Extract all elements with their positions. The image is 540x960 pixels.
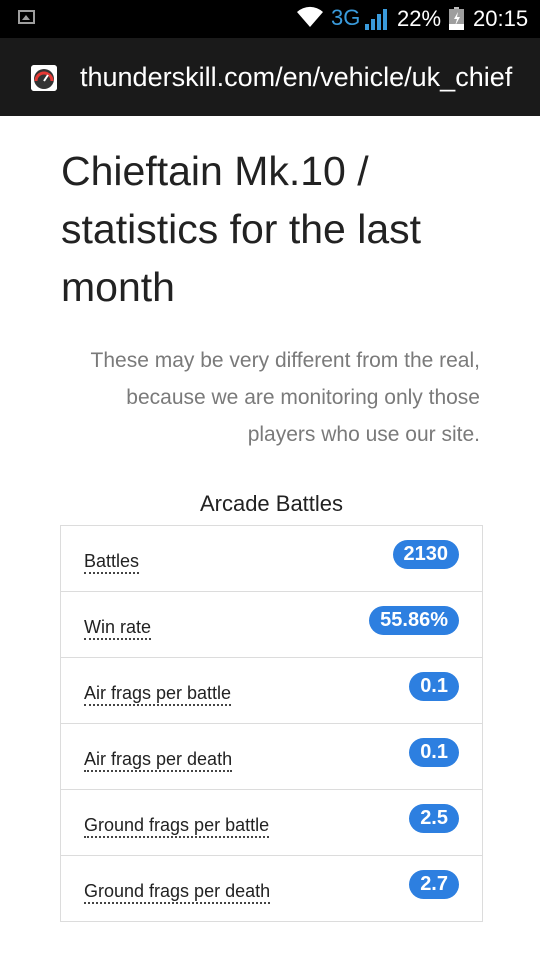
stat-value-badge: 0.1 [409,738,459,767]
stat-row-air-frags-per-death: Air frags per death 0.1 [60,723,483,790]
stats-list: Battles 2130 Win rate 55.86% Air frags p… [60,525,483,922]
thunderskill-favicon-icon [31,65,57,91]
browser-address-bar[interactable]: thunderskill.com/en/vehicle/uk_chief [0,38,540,116]
stat-row-battles: Battles 2130 [60,525,483,592]
stat-row-win-rate: Win rate 55.86% [60,591,483,658]
stat-value-badge: 0.1 [409,672,459,701]
stat-label[interactable]: Air frags per death [84,749,233,772]
stat-value-badge: 2.5 [409,804,459,833]
stat-value-badge: 2130 [392,540,459,569]
disclaimer-text: These may be very different from the rea… [90,349,480,446]
battery-icon [449,7,464,30]
section-heading-arcade: Arcade Battles [199,491,344,516]
stat-value-badge: 55.86% [369,606,459,635]
stat-label[interactable]: Ground frags per battle [84,815,270,838]
signal-icon [365,9,387,30]
battery-percentage: 22% [397,6,442,31]
stat-value-badge: 2.7 [409,870,459,899]
stat-row-ground-frags-per-death: Ground frags per death 2.7 [60,855,483,922]
clock: 20:15 [473,6,529,31]
stat-label[interactable]: Win rate [84,617,152,640]
wifi-icon [297,6,323,27]
network-type-label: 3G [331,5,361,30]
stat-label[interactable]: Air frags per battle [84,683,232,706]
url-text[interactable]: thunderskill.com/en/vehicle/uk_chief [80,62,530,93]
stat-row-ground-frags-per-battle: Ground frags per battle 2.5 [60,789,483,856]
stat-row-air-frags-per-battle: Air frags per battle 0.1 [60,657,483,724]
gallery-icon [18,10,35,24]
page-content: Chieftain Mk.10 / statistics for the las… [0,116,540,960]
stat-label[interactable]: Ground frags per death [84,881,271,904]
status-bar: 3G 22% 20:15 [0,0,540,38]
page-title: Chieftain Mk.10 / statistics for the las… [61,148,422,310]
stat-label[interactable]: Battles [84,551,140,574]
